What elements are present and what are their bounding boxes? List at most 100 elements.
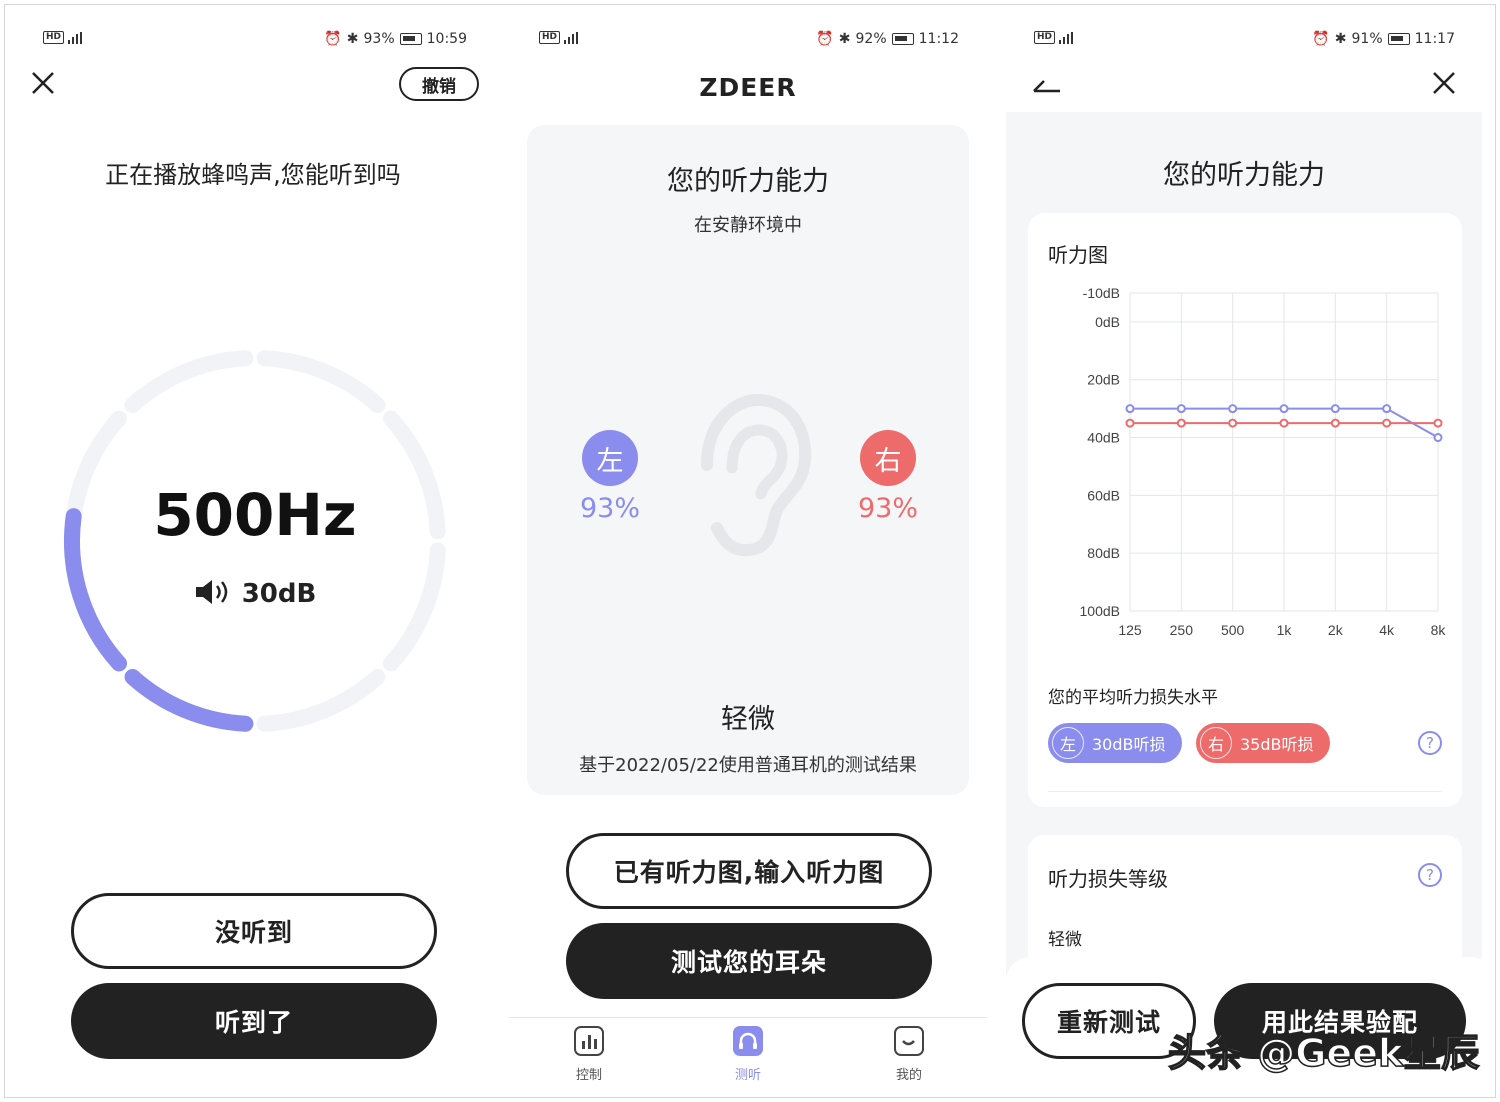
hearing-level: 轻微 xyxy=(721,704,775,735)
frequency-value: 500Hz xyxy=(153,481,357,549)
x-tick-label: 8k xyxy=(1431,622,1447,638)
bluetooth-icon: ✱ xyxy=(838,31,851,47)
undo-button[interactable]: 撤销 xyxy=(399,67,479,101)
hd-icon: HD xyxy=(43,31,65,44)
result-card: 您的听力能力 在安静环境中 左 93% 右 93% 轻微 基于2022/05/2… xyxy=(527,125,969,795)
panel-hearing-result: HD ⏰ ✱ 92% 11:12 ZDEER 您的听力能力 在安静环境中 左 93% … xyxy=(509,5,987,1097)
x-tick-label: 250 xyxy=(1170,622,1194,638)
ring-track-segment xyxy=(256,668,386,732)
y-tick-label: 100dB xyxy=(1080,603,1120,619)
speaker-icon xyxy=(194,577,232,611)
y-tick-label: 20dB xyxy=(1087,372,1120,388)
status-bar: HD ⏰ ✱ 93% 10:59 xyxy=(5,27,501,51)
status-bar: HD ⏰ ✱ 91% 11:17 xyxy=(1006,27,1495,51)
status-battery-pct: 93% xyxy=(363,31,395,47)
nav-label-control: 控制 xyxy=(575,1068,602,1083)
x-tick-label: 500 xyxy=(1221,622,1245,638)
back-icon[interactable] xyxy=(1032,75,1062,95)
alarm-icon: ⏰ xyxy=(1312,31,1330,47)
signal-icon xyxy=(564,31,582,44)
input-audiogram-button[interactable]: 已有听力图,输入听力图 xyxy=(566,833,932,909)
left-loss-side: 左 xyxy=(1052,727,1084,759)
nav-item-mine[interactable]: 我的 xyxy=(869,1026,949,1083)
nav-label-mine: 我的 xyxy=(895,1068,922,1083)
status-time: 11:12 xyxy=(918,31,959,47)
status-battery-pct: 91% xyxy=(1351,31,1383,47)
close-icon[interactable] xyxy=(31,71,55,95)
right-ear-badge: 右 xyxy=(860,430,916,486)
audiogram-chart: -10dB 0dB 20dB 40dB 60dB 80dB 100dB 125 250 500 1k… xyxy=(1080,285,1447,638)
help-icon[interactable]: ? xyxy=(1418,863,1442,887)
smile-icon xyxy=(894,1026,924,1056)
x-tick-label: 4k xyxy=(1379,622,1395,638)
ear-icon xyxy=(701,393,812,557)
x-tick-label: 125 xyxy=(1118,622,1142,638)
average-loss-label: 您的平均听力损失水平 xyxy=(1048,688,1218,708)
x-tick-label: 1k xyxy=(1277,622,1293,638)
headphones-icon xyxy=(733,1026,763,1056)
right-loss-badge: 右 35dB听损 xyxy=(1196,723,1330,763)
left-ear-point xyxy=(1433,433,1443,443)
not-heard-button[interactable]: 没听到 xyxy=(71,893,437,969)
nav-item-audiometry[interactable]: 测听 xyxy=(708,1026,788,1083)
left-ear-point xyxy=(1279,404,1289,414)
left-ear-point xyxy=(1330,404,1340,414)
y-tick-label: 0dB xyxy=(1095,314,1120,330)
hd-icon: HD xyxy=(1034,31,1056,44)
nav-item-control[interactable]: 控制 xyxy=(549,1026,629,1083)
hd-icon: HD xyxy=(539,31,561,44)
bottom-nav: 控制 测听 我的 xyxy=(509,1017,987,1097)
left-ear-point xyxy=(1125,404,1135,414)
battery-icon xyxy=(891,33,914,45)
result-subtitle: 在安静环境中 xyxy=(694,215,802,236)
page-title: 您的听力能力 xyxy=(1163,160,1325,191)
bluetooth-icon: ✱ xyxy=(346,31,359,47)
close-icon[interactable] xyxy=(1432,71,1456,95)
left-ear-point xyxy=(1228,404,1238,414)
left-ear-badge: 左 xyxy=(582,430,638,486)
signal-icon xyxy=(1059,31,1077,44)
bluetooth-icon: ✱ xyxy=(1334,31,1347,47)
ring-track-segment xyxy=(124,350,254,414)
nav-label-audiometry: 测听 xyxy=(734,1068,761,1083)
alarm-icon: ⏰ xyxy=(816,31,834,47)
ring-track-segment xyxy=(256,350,386,414)
y-tick-label: 60dB xyxy=(1087,487,1120,503)
ring-progress-segment xyxy=(124,668,254,732)
status-bar: HD ⏰ ✱ 92% 11:12 xyxy=(509,27,987,51)
question-text: 正在播放蜂鸣声,您能听到吗 xyxy=(105,161,401,189)
volume-value: 30dB xyxy=(241,579,317,609)
help-icon[interactable]: ? xyxy=(1418,731,1442,755)
right-ear-point xyxy=(1176,418,1186,428)
left-ear-point xyxy=(1176,404,1186,414)
right-ear-point xyxy=(1433,418,1443,428)
test-ears-button[interactable]: 测试您的耳朵 xyxy=(566,923,932,999)
alarm-icon: ⏰ xyxy=(324,31,342,47)
signal-icon xyxy=(68,31,86,44)
watermark: 头条 @Geek星辰 xyxy=(1167,1030,1480,1076)
right-ear-point xyxy=(1125,418,1135,428)
right-ear-percent: 93% xyxy=(857,493,918,524)
right-ear-point xyxy=(1382,418,1392,428)
bar-chart-icon xyxy=(574,1026,604,1056)
left-loss-badge: 左 30dB听损 xyxy=(1048,723,1182,763)
y-tick-label: -10dB xyxy=(1083,285,1120,301)
right-loss-side: 右 xyxy=(1200,727,1232,759)
x-tick-label: 2k xyxy=(1328,622,1344,638)
right-ear-point xyxy=(1330,418,1340,428)
left-ear-percent: 93% xyxy=(579,493,640,524)
status-time: 11:17 xyxy=(1414,31,1455,47)
left-ear-point xyxy=(1382,404,1392,414)
result-basis: 基于2022/05/22使用普通耳机的测试结果 xyxy=(579,755,917,776)
loss-grade-value: 轻微 xyxy=(1048,930,1082,950)
panel-test-tone: HD ⏰ ✱ 93% 10:59 撤销 正在播放蜂鸣声,您能听到吗 500Hz 30d… xyxy=(5,5,501,1097)
left-loss-value: 30dB听损 xyxy=(1092,735,1166,754)
battery-icon xyxy=(399,33,422,45)
divider xyxy=(1048,791,1442,792)
y-tick-label: 40dB xyxy=(1087,430,1120,446)
heard-button[interactable]: 听到了 xyxy=(71,983,437,1059)
right-ear-point xyxy=(1279,418,1289,428)
audiogram-title: 听力图 xyxy=(1048,243,1108,267)
battery-icon xyxy=(1387,33,1410,45)
status-battery-pct: 92% xyxy=(855,31,887,47)
